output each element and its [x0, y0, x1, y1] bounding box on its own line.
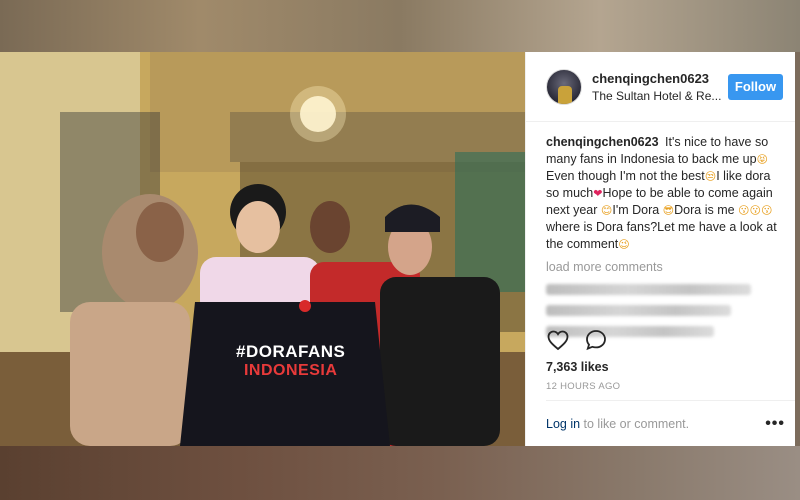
- header-text: chenqingchen0623 The Sultan Hotel & Re..…: [592, 71, 722, 103]
- likes-count[interactable]: 7,363 likes: [546, 360, 609, 374]
- emoji-smile: 😊: [600, 204, 613, 217]
- blurred-backdrop-top: [0, 0, 800, 52]
- heart-icon[interactable]: [546, 328, 570, 352]
- comments-section: chenqingchen0623 It's nice to have so ma…: [526, 122, 795, 337]
- follow-button[interactable]: Follow: [728, 73, 783, 100]
- caption: chenqingchen0623 It's nice to have so ma…: [546, 134, 783, 253]
- post-actions: [546, 328, 608, 352]
- caption-text-5: I'm Dora: [612, 203, 663, 217]
- login-prompt: Log in to like or comment.: [546, 417, 765, 431]
- emoji-wink: 😉: [618, 238, 630, 251]
- emoji-kissing: 😗😗😗: [738, 204, 773, 217]
- avatar[interactable]: [546, 68, 582, 105]
- caption-text-6: Dora is me: [674, 203, 739, 217]
- caption-text-2: Even though I'm not the best: [546, 169, 705, 183]
- shirt-text: #DORAFANS INDONESIA: [236, 342, 345, 380]
- caption-username-link[interactable]: chenqingchen0623: [546, 135, 659, 149]
- emoji-tongue: 😝: [756, 153, 769, 166]
- location-link[interactable]: The Sultan Hotel & Re...: [592, 89, 722, 103]
- post-header: chenqingchen0623 The Sultan Hotel & Re..…: [526, 52, 795, 122]
- post-sidebar: chenqingchen0623 The Sultan Hotel & Re..…: [525, 52, 795, 446]
- post-footer: Log in to like or comment. •••: [546, 400, 795, 446]
- load-more-comments-link[interactable]: load more comments: [546, 260, 783, 274]
- photo-illustration: [0, 52, 525, 446]
- login-suffix: to like or comment.: [580, 416, 690, 431]
- blurred-backdrop-bottom: [0, 446, 800, 500]
- username-link[interactable]: chenqingchen0623: [592, 71, 722, 86]
- emoji-sunglasses: 😎: [662, 204, 675, 217]
- shirt-text-line-2: INDONESIA: [243, 362, 338, 379]
- blurred-comment: [546, 305, 731, 316]
- blurred-backdrop-right: [795, 52, 800, 446]
- shirt-text-line-1: #DORAFANS: [236, 342, 346, 361]
- blurred-comment: [546, 284, 751, 295]
- comment-icon[interactable]: [584, 328, 608, 352]
- emoji-unamused: 😒: [704, 170, 717, 183]
- post-photo[interactable]: #DORAFANS INDONESIA: [0, 52, 525, 446]
- caption-text-7: where is Dora fans?Let me have a look at…: [546, 220, 777, 251]
- instagram-post: #DORAFANS INDONESIA chenqingchen0623 The…: [0, 52, 795, 446]
- login-link[interactable]: Log in: [546, 417, 580, 431]
- more-options-icon[interactable]: •••: [765, 415, 785, 433]
- timestamp[interactable]: 12 HOURS AGO: [546, 381, 620, 392]
